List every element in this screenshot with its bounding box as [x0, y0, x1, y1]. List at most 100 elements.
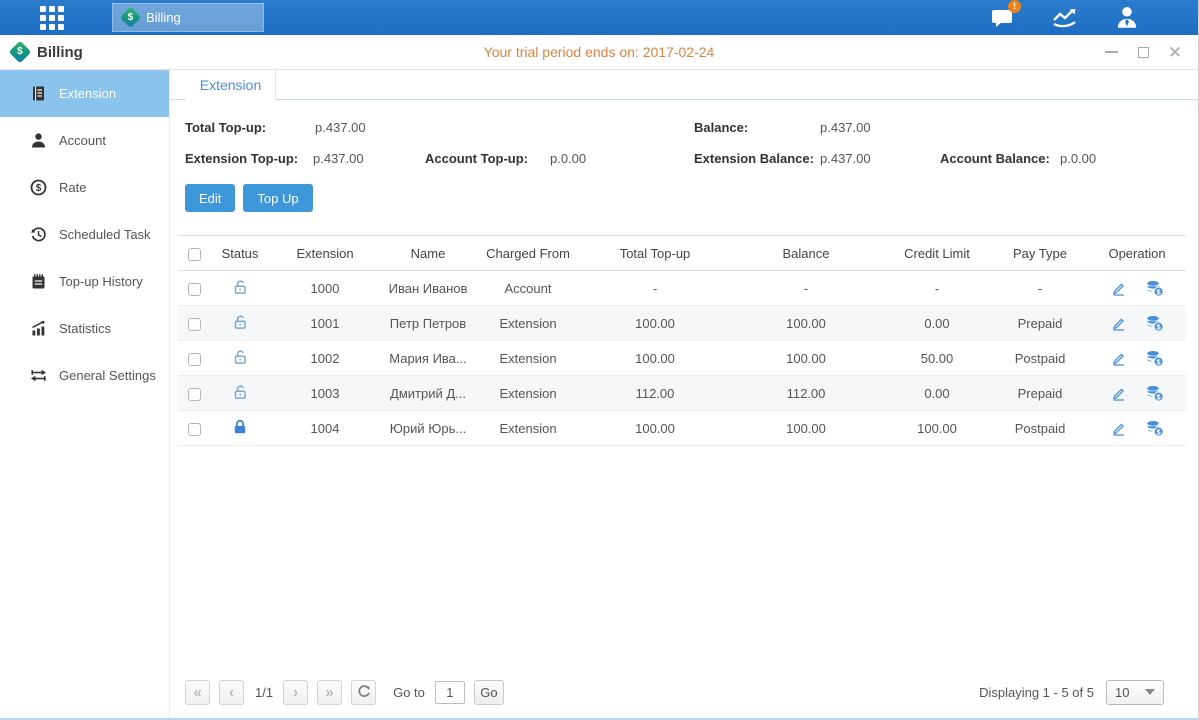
- row-checkbox[interactable]: [188, 318, 201, 331]
- cell-total-topup: -: [580, 271, 730, 306]
- cell-extension: 1004: [270, 411, 380, 446]
- sidebar-item-label: Rate: [59, 180, 86, 195]
- cell-credit-limit: -: [882, 271, 992, 306]
- prev-page-button[interactable]: ‹: [219, 680, 244, 705]
- taskbar-tab-billing[interactable]: $ Billing: [112, 3, 264, 32]
- window-header: $ Billing Your trial period ends on: 201…: [0, 35, 1198, 70]
- sidebar: Extension Account $ Rate: [0, 70, 170, 718]
- topup-coins-icon[interactable]: $: [1145, 314, 1164, 332]
- total-topup-label: Total Top-up:: [185, 120, 266, 135]
- billing-window-icon: $: [9, 41, 32, 64]
- sidebar-item-label: Scheduled Task: [59, 227, 151, 242]
- tab-extension[interactable]: Extension: [186, 70, 276, 100]
- window-title-text: Billing: [37, 44, 83, 61]
- notepad-icon: [30, 273, 47, 290]
- edit-pencil-icon[interactable]: [1110, 315, 1127, 332]
- cell-balance: 100.00: [730, 411, 882, 446]
- edit-pencil-icon[interactable]: [1110, 385, 1127, 402]
- sidebar-item-general-settings[interactable]: General Settings: [0, 352, 169, 399]
- chat-icon[interactable]: !: [987, 5, 1019, 31]
- cell-charged-from: Extension: [476, 411, 580, 446]
- topup-coins-icon[interactable]: $: [1145, 349, 1164, 367]
- cell-charged-from: Extension: [476, 376, 580, 411]
- bar-chart-icon: [30, 320, 47, 337]
- col-name: Name: [380, 236, 476, 271]
- first-page-button[interactable]: «: [185, 680, 210, 705]
- goto-label: Go to: [393, 685, 425, 700]
- dollar-circle-icon: $: [30, 179, 47, 196]
- user-icon: [30, 132, 47, 149]
- sidebar-item-statistics[interactable]: Statistics: [0, 305, 169, 352]
- billing-app-icon: $: [120, 7, 141, 28]
- page-indicator: 1/1: [255, 685, 273, 700]
- cell-name: Дмитрий Д...: [380, 376, 476, 411]
- window-controls: ✕: [1104, 45, 1198, 59]
- table-header-row: Status Extension Name Charged From Total…: [178, 236, 1186, 271]
- top-up-button[interactable]: Top Up: [243, 184, 312, 212]
- chevron-down-icon: [1145, 689, 1155, 695]
- sidebar-item-extension[interactable]: Extension: [0, 70, 169, 117]
- col-credit-limit: Credit Limit: [882, 236, 992, 271]
- sidebar-item-account[interactable]: Account: [0, 117, 169, 164]
- col-charged-from: Charged From: [476, 236, 580, 271]
- goto-page-input[interactable]: [435, 681, 465, 704]
- sidebar-item-rate[interactable]: $ Rate: [0, 164, 169, 211]
- col-extension: Extension: [270, 236, 380, 271]
- page-size-select[interactable]: 10: [1106, 680, 1164, 705]
- minimize-icon[interactable]: [1104, 45, 1118, 59]
- row-checkbox[interactable]: [188, 388, 201, 401]
- row-checkbox[interactable]: [188, 283, 201, 296]
- sidebar-item-scheduled-task[interactable]: Scheduled Task: [0, 211, 169, 258]
- ledger-icon: [30, 85, 47, 102]
- account-balance-label: Account Balance:: [940, 151, 1050, 166]
- cell-pay-type: Prepaid: [992, 376, 1088, 411]
- table-body: 1000 Иван Иванов Account - - - - $: [178, 271, 1186, 446]
- sidebar-item-label: General Settings: [59, 368, 156, 383]
- cell-balance: -: [730, 271, 882, 306]
- cell-total-topup: 112.00: [580, 376, 730, 411]
- close-icon[interactable]: ✕: [1168, 45, 1182, 59]
- account-topup-label: Account Top-up:: [425, 151, 528, 166]
- edit-pencil-icon[interactable]: [1110, 350, 1127, 367]
- extension-topup-value: p.437.00: [313, 151, 364, 166]
- topup-coins-icon[interactable]: $: [1145, 279, 1164, 297]
- cell-balance: 100.00: [730, 306, 882, 341]
- user-account-icon[interactable]: [1111, 5, 1143, 31]
- row-checkbox[interactable]: [188, 353, 201, 366]
- refresh-button[interactable]: [351, 680, 376, 705]
- go-button[interactable]: Go: [474, 680, 504, 705]
- select-all-checkbox[interactable]: [188, 248, 201, 261]
- extension-balance-value: p.437.00: [820, 151, 871, 166]
- row-checkbox[interactable]: [188, 423, 201, 436]
- table-row: 1002 Мария Ива... Extension 100.00 100.0…: [178, 341, 1186, 376]
- cell-pay-type: -: [992, 271, 1088, 306]
- unlocked-icon: [231, 313, 249, 331]
- statistics-chart-icon[interactable]: [1049, 5, 1081, 31]
- edit-pencil-icon[interactable]: [1110, 420, 1127, 437]
- last-page-button[interactable]: »: [317, 680, 342, 705]
- cell-extension: 1000: [270, 271, 380, 306]
- page-size-value: 10: [1115, 685, 1129, 700]
- cell-charged-from: Account: [476, 271, 580, 306]
- next-page-button[interactable]: ›: [283, 680, 308, 705]
- topup-coins-icon[interactable]: $: [1145, 419, 1164, 437]
- app-launcher-icon[interactable]: [40, 6, 64, 30]
- edit-button[interactable]: Edit: [185, 184, 235, 212]
- displaying-text: Displaying 1 - 5 of 5: [979, 685, 1094, 700]
- cell-credit-limit: 0.00: [882, 376, 992, 411]
- col-pay-type: Pay Type: [992, 236, 1088, 271]
- topbar-icons: !: [987, 5, 1198, 31]
- main-content: Extension Total Top-up: p.437.00 Balance…: [170, 70, 1198, 718]
- edit-pencil-icon[interactable]: [1110, 280, 1127, 297]
- extension-balance-label: Extension Balance:: [694, 151, 814, 166]
- cell-name: Петр Петров: [380, 306, 476, 341]
- topup-coins-icon[interactable]: $: [1145, 384, 1164, 402]
- maximize-icon[interactable]: [1136, 45, 1150, 59]
- cell-credit-limit: 50.00: [882, 341, 992, 376]
- sidebar-item-topup-history[interactable]: Top-up History: [0, 258, 169, 305]
- cell-total-topup: 100.00: [580, 306, 730, 341]
- billing-app-window: $ Billing !: [0, 0, 1199, 720]
- col-operation: Operation: [1088, 236, 1186, 271]
- unlocked-icon: [231, 278, 249, 296]
- refresh-icon: [357, 685, 371, 699]
